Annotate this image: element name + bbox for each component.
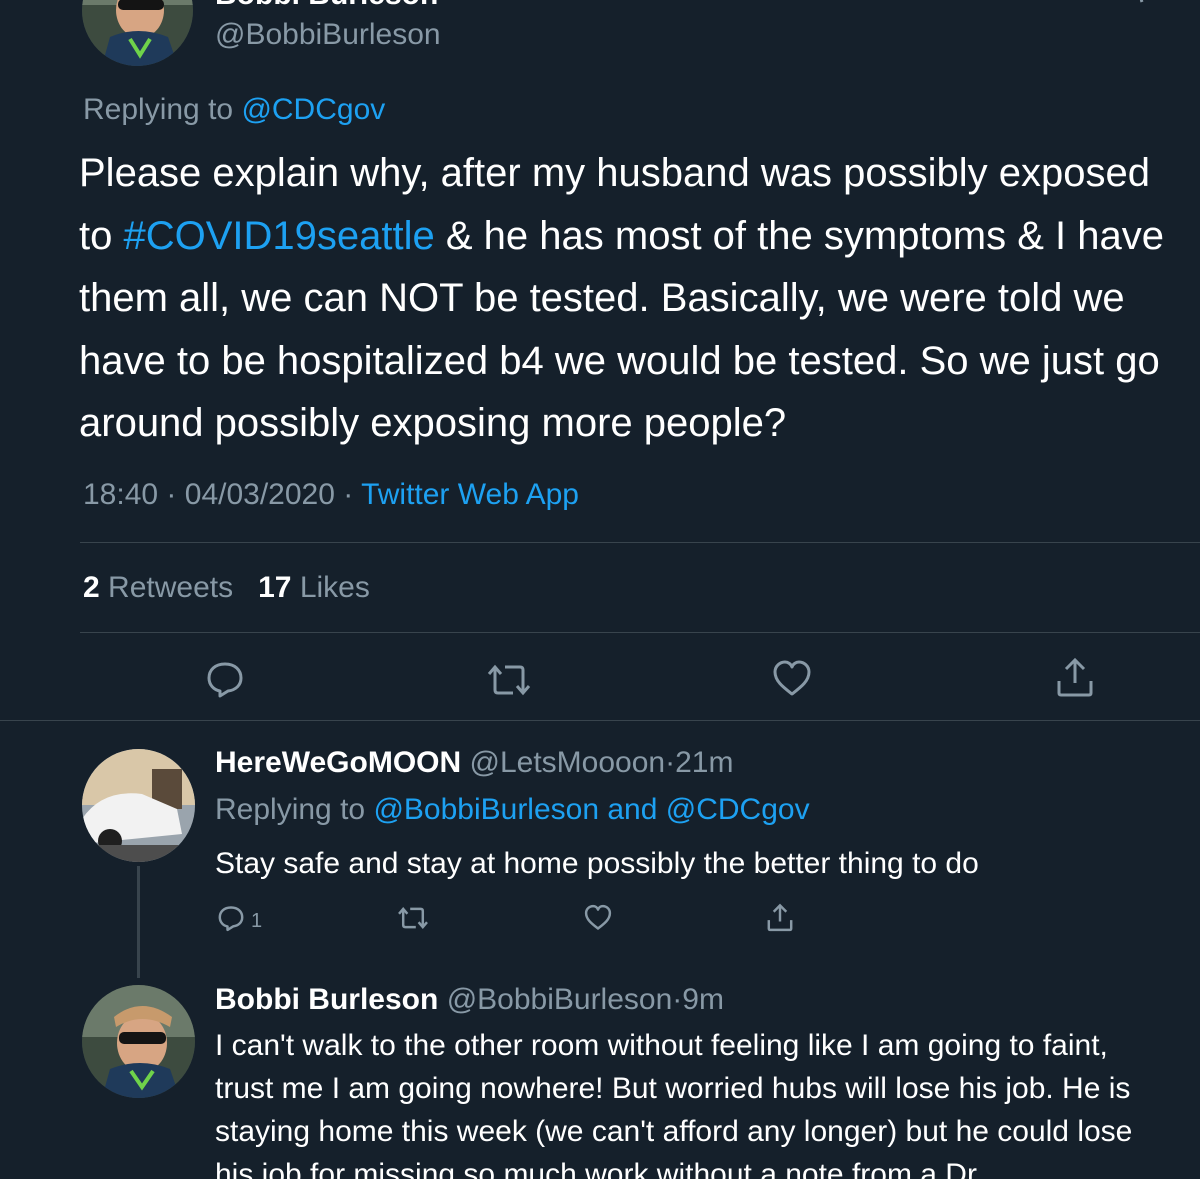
tweet-text-line: them all, we can NOT be tested. Basicall… (79, 276, 1125, 320)
tweet-text-fragment: to (79, 213, 124, 258)
avatar-image (82, 749, 195, 862)
like-icon (773, 660, 811, 696)
like-button[interactable] (771, 659, 813, 699)
retweets-stat[interactable]: 2 Retweets (83, 571, 233, 604)
reply-button[interactable] (205, 659, 245, 699)
reply-text: Stay safe and stay at home possibly the … (215, 847, 979, 880)
replying-to-label: Replying to (215, 793, 366, 826)
retweet-button[interactable] (397, 904, 429, 932)
share-icon (767, 903, 793, 932)
likes-stat[interactable]: 17 Likes (258, 571, 370, 604)
reply-header: HereWeGoMOON @LetsMoooon·21m (215, 746, 733, 780)
reply-author-avatar[interactable] (82, 985, 195, 1098)
reply-time[interactable]: 9m (682, 983, 724, 1016)
main-author-avatar[interactable] (82, 0, 193, 66)
retweet-icon (398, 907, 428, 929)
tweet-text-line: Please explain why, after my husband was… (79, 151, 1150, 195)
avatar-image (82, 0, 193, 66)
main-author-name[interactable]: Bobbi Burleson (215, 0, 438, 12)
tweet-source[interactable]: Twitter Web App (361, 478, 579, 511)
share-icon (1057, 657, 1093, 697)
share-button[interactable] (1055, 657, 1095, 699)
reply-author-name[interactable]: HereWeGoMOON (215, 746, 461, 779)
reply-author-avatar[interactable] (82, 749, 195, 862)
replying-to-mention[interactable]: @CDCgov (241, 93, 385, 126)
divider (80, 542, 1200, 543)
reply-text-line: staying home this week (we can't afford … (215, 1115, 1133, 1148)
like-icon (584, 904, 612, 930)
replying-to-line: Replying to @CDCgov (83, 93, 385, 127)
reply-text-line: trust me I am going nowhere! But worried… (215, 1072, 1131, 1105)
retweet-button[interactable] (487, 660, 531, 700)
reply-button[interactable]: 1 (217, 902, 262, 933)
replying-to-line: Replying to @BobbiBurleson and @CDCgov (215, 793, 810, 827)
retweet-count: 2 (83, 571, 100, 604)
reply-text-line: his job for missing so much work without… (215, 1158, 984, 1179)
reply-author-name[interactable]: Bobbi Burleson (215, 983, 438, 1016)
reply-author-handle[interactable]: @LetsMoooon (470, 746, 666, 779)
main-author-handle[interactable]: @BobbiBurleson (215, 18, 441, 52)
reply-count: 1 (251, 910, 263, 932)
thread-connector (137, 866, 140, 978)
tweet-metadata: 18:40 · 04/03/2020 · Twitter Web App (83, 478, 579, 512)
divider (0, 720, 1200, 721)
reply-icon (207, 662, 243, 698)
replying-to-label: Replying to (83, 93, 234, 126)
tweet-text-line: have to be hospitalized b4 we would be t… (79, 338, 1160, 383)
tweet-text: Please explain why, after my husband was… (79, 142, 1200, 455)
like-button[interactable] (583, 904, 613, 932)
like-label: Likes (299, 571, 370, 604)
retweet-icon (487, 664, 531, 696)
replying-to-mention[interactable]: @BobbiBurleson and @CDCgov (373, 793, 809, 826)
tweet-date[interactable]: 04/03/2020 (185, 478, 335, 511)
meta-separator: · (343, 478, 354, 511)
reply-text-line: I can't walk to the other room without f… (215, 1029, 1108, 1062)
tweet-time[interactable]: 18:40 (83, 478, 158, 511)
reply-time[interactable]: 21m (675, 746, 733, 779)
meta-separator: · (672, 983, 683, 1016)
share-button[interactable] (766, 903, 794, 933)
meta-separator: · (166, 478, 177, 511)
tweet-detail-page: Bobbi Burleson @BobbiBurleson Replying t… (0, 0, 1200, 1179)
avatar-image (82, 985, 195, 1098)
like-count: 17 (258, 571, 292, 604)
reply-icon (218, 905, 244, 931)
tweet-text-line: around possibly exposing more people? (79, 401, 787, 445)
chevron-down-icon[interactable] (1130, 0, 1160, 29)
reply-author-handle[interactable]: @BobbiBurleson (447, 983, 673, 1016)
tweet-stats: 2 Retweets 17 Likes (83, 571, 370, 605)
tweet-text-fragment: & he has most of the symptoms & I have (434, 213, 1164, 258)
divider (80, 632, 1200, 633)
retweet-label: Retweets (108, 571, 234, 604)
hashtag-link[interactable]: #COVID19seattle (123, 214, 434, 258)
reply-header: Bobbi Burleson @BobbiBurleson·9m (215, 983, 724, 1017)
tweet-text-line: to #COVID19seattle & he has most of the … (79, 205, 1200, 268)
meta-separator: · (665, 746, 676, 779)
